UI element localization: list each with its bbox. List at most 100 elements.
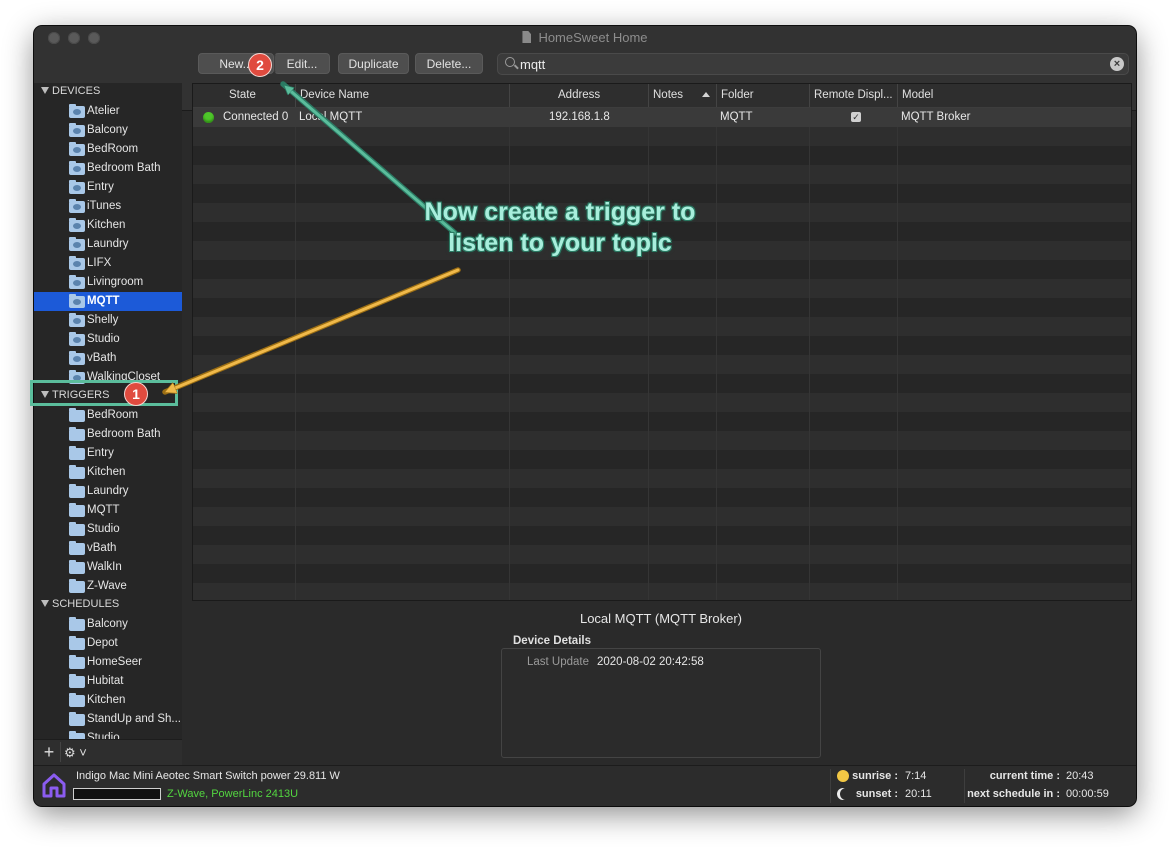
sidebar-item-bedroom[interactable]: BedRoom [34,140,182,159]
sidebar-item-kitchen[interactable]: Kitchen [34,691,182,710]
folder-icon [69,674,85,688]
sidebar-item-entry[interactable]: Entry [34,444,182,463]
sidebar-item-label: Atelier [87,105,120,117]
device-details-heading: Device Details [513,635,591,647]
sidebar-item-bedroom-bath[interactable]: Bedroom Bath [34,159,182,178]
table-header: State Device Name Address Notes Folder R… [193,84,1131,108]
remote-display-checkbox[interactable]: ✓ [851,112,861,122]
column-divider [809,108,810,600]
sidebar-item-label: Kitchen [87,219,126,231]
column-header-device-name[interactable]: Device Name [295,84,509,107]
sidebar-item-itunes[interactable]: iTunes [34,197,182,216]
sidebar-item-livingroom[interactable]: Livingroom [34,273,182,292]
schedules-section-header[interactable]: SCHEDULES [41,598,119,610]
sidebar-item-shelly[interactable]: Shelly [34,311,182,330]
sidebar-item-label: Kitchen [87,694,126,706]
folder-icon [69,693,85,707]
sidebar-item-mqtt[interactable]: MQTT [34,292,182,311]
folder-icon [69,655,85,669]
folder-icon [69,294,85,308]
sidebar-item-label: Shelly [87,314,119,326]
duplicate-button[interactable]: Duplicate [338,53,409,74]
column-header-address[interactable]: Address [509,84,648,107]
cell-address: 192.168.1.8 [549,111,610,123]
triggers-highlight-box [30,380,178,406]
sidebar-item-walkin[interactable]: WalkIn [34,558,182,577]
sidebar-item-balcony[interactable]: Balcony [34,615,182,634]
sidebar-item-balcony[interactable]: Balcony [34,121,182,140]
sidebar-item-homeseer[interactable]: HomeSeer [34,653,182,672]
sidebar-item-lifx[interactable]: LIFX [34,254,182,273]
sidebar-item-laundry[interactable]: Laundry [34,482,182,501]
status-divider [830,769,831,803]
sidebar-item-label: Kitchen [87,466,126,478]
disclosure-triangle-icon[interactable] [41,600,49,607]
column-header-model[interactable]: Model [897,84,1131,107]
search-field[interactable]: × [497,53,1129,75]
section-label: DEVICES [52,85,101,97]
folder-icon [69,142,85,156]
sidebar-item-label: Entry [87,181,114,193]
folder-icon [69,636,85,650]
clear-search-icon[interactable]: × [1110,57,1124,71]
document-icon [522,31,532,43]
column-header-remote-display[interactable]: Remote Displ... [809,84,897,107]
sunset-label: sunset : [855,788,898,800]
column-divider [648,108,649,600]
search-input[interactable] [520,55,1100,73]
sidebar-item-vbath[interactable]: vBath [34,539,182,558]
sidebar-item-mqtt[interactable]: MQTT [34,501,182,520]
sidebar-item-hubitat[interactable]: Hubitat [34,672,182,691]
cell-state: Connected 0 [223,111,289,123]
folder-icon [69,351,85,365]
sidebar-item-label: LIFX [87,257,112,269]
column-header-folder[interactable]: Folder [716,84,809,107]
sunset-value: 20:11 [905,788,932,800]
sidebar-item-entry[interactable]: Entry [34,178,182,197]
device-table[interactable]: State Device Name Address Notes Folder R… [192,83,1132,601]
sidebar-item-label: Studio [87,732,120,739]
cell-model: MQTT Broker [901,111,971,123]
column-header-notes[interactable]: Notes [648,84,716,107]
folder-icon [69,408,85,422]
sidebar-item-label: MQTT [87,504,120,516]
devices-section-header[interactable]: DEVICES [41,85,100,97]
delete-button[interactable]: Delete... [415,53,483,74]
sidebar-item-bedroom-bath[interactable]: Bedroom Bath [34,425,182,444]
column-header-state[interactable]: State [193,84,295,107]
sidebar-item-z-wave[interactable]: Z-Wave [34,577,182,596]
sidebar-item-bedroom[interactable]: BedRoom [34,406,182,425]
sidebar[interactable]: DEVICES Atelier Balcony BedRoom Bedroom Bat… [34,83,182,739]
app-window: HomeSweet Home New... Edit... Duplicate … [34,26,1136,806]
folder-icon [69,332,85,346]
sidebar-footer: + ⚙ ˅ [34,739,182,766]
table-row[interactable]: Connected 0 Local MQTT 192.168.1.8 MQTT … [193,108,1131,127]
sidebar-item-studio[interactable]: Studio [34,520,182,539]
sidebar-item-label: Laundry [87,238,129,250]
sidebar-item-studio[interactable]: Studio [34,330,182,349]
cell-notes [652,108,712,127]
annotation-line-1: Now create a trigger to [424,198,696,226]
folder-icon [69,104,85,118]
sidebar-item-standup-and-sh[interactable]: StandUp and Sh... [34,710,182,729]
window-title-text: HomeSweet Home [538,30,648,45]
disclosure-triangle-icon[interactable] [41,87,49,94]
sidebar-item-laundry[interactable]: Laundry [34,235,182,254]
sidebar-item-kitchen[interactable]: Kitchen [34,463,182,482]
sidebar-item-kitchen[interactable]: Kitchen [34,216,182,235]
sidebar-item-depot[interactable]: Depot [34,634,182,653]
add-icon[interactable]: + [38,742,61,762]
device-details-panel: Last Update 2020-08-02 20:42:58 [501,648,821,758]
gear-icon[interactable]: ⚙ ˅ [64,743,98,763]
folder-icon [69,218,85,232]
sidebar-item-vbath[interactable]: vBath [34,349,182,368]
folder-icon [69,560,85,574]
sidebar-item-atelier[interactable]: Atelier [34,102,182,121]
next-schedule-value: 00:00:59 [1066,788,1109,800]
edit-button[interactable]: Edit... [274,53,330,74]
sidebar-item-label: Balcony [87,618,128,630]
folder-icon [69,256,85,270]
sidebar-item-studio[interactable]: Studio [34,729,182,739]
sidebar-item-label: Entry [87,447,114,459]
sidebar-item-label: Hubitat [87,675,124,687]
